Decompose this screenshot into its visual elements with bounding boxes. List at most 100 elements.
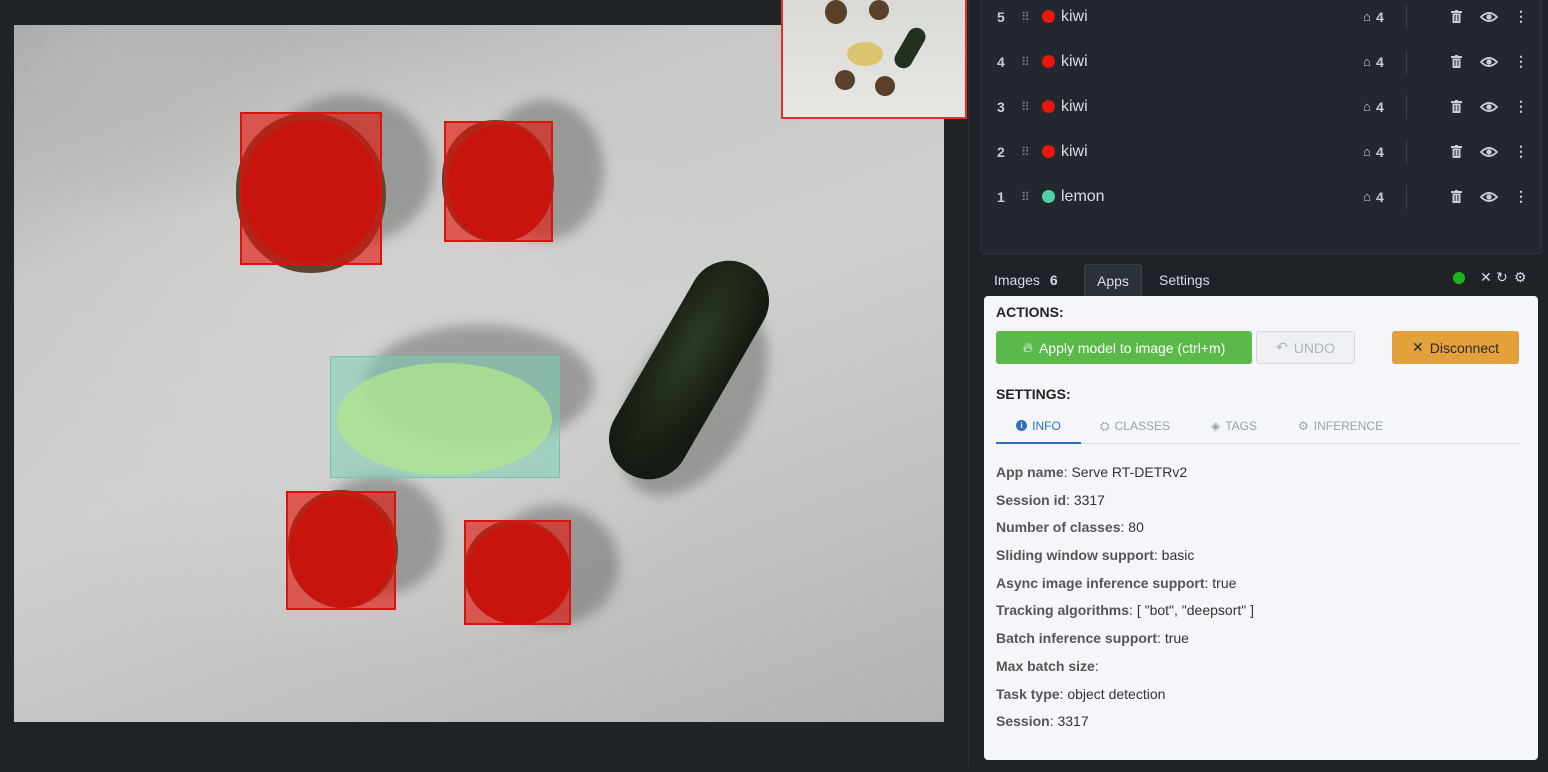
info-row: Sliding window support: basic	[996, 547, 1195, 564]
gear-icon[interactable]: ⚙	[1514, 269, 1527, 286]
class-color-dot	[1042, 190, 1055, 203]
eye-icon[interactable]	[1480, 101, 1498, 113]
trash-icon[interactable]	[1451, 145, 1462, 158]
class-color-dot	[1042, 145, 1055, 158]
tab-apps[interactable]: Apps	[1084, 264, 1142, 296]
tag-icon[interactable]: ⌂	[1363, 189, 1371, 204]
object-row[interactable]: 1 ⠿ lemon ⌂ 4 ⋮	[981, 174, 1541, 219]
object-row[interactable]: 5 ⠿ kiwi ⌂ 4 ⋮	[981, 0, 1541, 39]
info-row: Session: 3317	[996, 713, 1089, 730]
object-class-name: kiwi	[1061, 97, 1088, 115]
object-row[interactable]: 3 ⠿ kiwi ⌂ 4 ⋮	[981, 84, 1541, 129]
class-color-dot	[1042, 10, 1055, 23]
info-key: Task type	[996, 685, 1060, 702]
eye-icon[interactable]	[1480, 146, 1498, 158]
drag-handle-icon[interactable]: ⠿	[1021, 190, 1030, 204]
info-value: object detection	[1067, 685, 1166, 702]
object-index: 5	[997, 8, 1005, 25]
drag-handle-icon[interactable]: ⠿	[1021, 145, 1030, 159]
info-key: Max batch size	[996, 657, 1095, 674]
trash-icon[interactable]	[1451, 10, 1462, 23]
apply-model-button[interactable]: 🔥︎ Apply model to image (ctrl+m)	[996, 331, 1252, 364]
object-index: 1	[997, 188, 1005, 205]
subtab-classes[interactable]: ⛭ CLASSES	[1100, 409, 1170, 442]
object-row[interactable]: 4 ⠿ kiwi ⌂ 4 ⋮	[981, 39, 1541, 84]
kebab-icon[interactable]: ⋮	[1514, 98, 1528, 115]
tag-count: 4	[1376, 8, 1384, 25]
object-class-name: lemon	[1061, 187, 1105, 205]
trash-icon[interactable]	[1451, 100, 1462, 113]
object-row[interactable]: 2 ⠿ kiwi ⌂ 4 ⋮	[981, 129, 1541, 174]
right-panel-tabs: Images 6 Apps Settings ✕ ↻ ⚙	[980, 262, 1542, 296]
kebab-icon[interactable]: ⋮	[1514, 143, 1528, 160]
info-value: 80	[1128, 519, 1144, 536]
divider	[1406, 184, 1407, 209]
tag-count: 4	[1376, 188, 1384, 205]
eye-icon[interactable]	[1480, 56, 1498, 68]
divider	[1406, 4, 1407, 29]
actions-title: ACTIONS:	[996, 304, 1064, 320]
info-row: Task type: object detection	[996, 685, 1166, 702]
info-key: Session id	[996, 491, 1067, 508]
tab-settings[interactable]: Settings	[1147, 264, 1222, 296]
bbox-kiwi[interactable]	[444, 121, 553, 242]
subtab-info[interactable]: i INFO	[996, 409, 1081, 444]
info-key: Number of classes	[996, 519, 1121, 536]
bbox-kiwi[interactable]	[240, 112, 382, 265]
info-value: Serve RT-DETRv2	[1071, 464, 1188, 480]
info-row: Max batch size:	[996, 657, 1099, 674]
info-value: 3317	[1073, 491, 1105, 508]
annotated-image[interactable]	[14, 25, 944, 722]
object-class-name: kiwi	[1061, 52, 1088, 70]
trash-icon[interactable]	[1451, 190, 1462, 203]
tab-images[interactable]: Images 6	[982, 264, 1070, 296]
eye-icon[interactable]	[1480, 191, 1498, 203]
tag-icon[interactable]: ⌂	[1363, 99, 1371, 114]
image-canvas-pane[interactable]	[0, 0, 969, 766]
info-value: true	[1212, 574, 1237, 591]
bbox-lemon[interactable]	[330, 356, 560, 478]
connection-status-dot	[1453, 272, 1465, 284]
subtab-tags[interactable]: ◈ TAGS	[1211, 409, 1257, 442]
inference-icon: ⚙	[1298, 418, 1309, 433]
info-key: Async image inference support	[996, 574, 1205, 591]
disconnect-button[interactable]: ✕ Disconnect	[1392, 331, 1519, 364]
trash-icon[interactable]	[1451, 55, 1462, 68]
close-icon[interactable]: ✕	[1480, 269, 1492, 286]
app-info-list: App name: Serve RT-DETRv2 Session id: 331…	[996, 459, 1516, 736]
info-row: Number of classes: 80	[996, 519, 1144, 536]
settings-title: SETTINGS:	[996, 386, 1071, 402]
bbox-kiwi[interactable]	[286, 491, 396, 610]
app-session-panel: ACTIONS: 🔥︎ Apply model to image (ctrl+m…	[984, 296, 1538, 760]
undo-icon: ↶	[1276, 339, 1288, 355]
tag-icon[interactable]: ⌂	[1363, 9, 1371, 24]
refresh-icon[interactable]: ↻	[1496, 269, 1508, 286]
undo-button[interactable]: ↶ UNDO	[1256, 331, 1355, 364]
info-key: Sliding window support	[996, 547, 1154, 564]
info-row: Batch inference support: true	[996, 630, 1189, 647]
info-row: Async image inference support: true	[996, 574, 1237, 591]
info-value: true	[1164, 630, 1189, 647]
tag-count: 4	[1376, 53, 1384, 70]
subtab-inference[interactable]: ⚙ INFERENCE	[1298, 409, 1383, 442]
kebab-icon[interactable]: ⋮	[1514, 8, 1528, 25]
divider	[1406, 94, 1407, 119]
settings-subtabs: i INFO ⛭ CLASSES ◈ TAGS ⚙ INFERENCE	[996, 409, 1519, 444]
tag-icon[interactable]: ⌂	[1363, 144, 1371, 159]
divider	[1406, 49, 1407, 74]
info-value: basic	[1161, 547, 1195, 564]
info-key: App name	[996, 464, 1064, 480]
close-icon: ✕	[1412, 339, 1424, 355]
drag-handle-icon[interactable]: ⠿	[1021, 55, 1030, 69]
kebab-icon[interactable]: ⋮	[1514, 188, 1528, 205]
eye-icon[interactable]	[1480, 11, 1498, 23]
info-key: Session	[996, 713, 1050, 730]
drag-handle-icon[interactable]: ⠿	[1021, 10, 1030, 24]
tag-icon[interactable]: ⌂	[1363, 54, 1371, 69]
tags-icon: ◈	[1211, 418, 1221, 433]
bbox-kiwi[interactable]	[464, 520, 571, 625]
minimap[interactable]	[781, 0, 967, 119]
drag-handle-icon[interactable]: ⠿	[1021, 100, 1030, 114]
kebab-icon[interactable]: ⋮	[1514, 53, 1528, 70]
info-key: Tracking algorithms	[996, 602, 1130, 619]
